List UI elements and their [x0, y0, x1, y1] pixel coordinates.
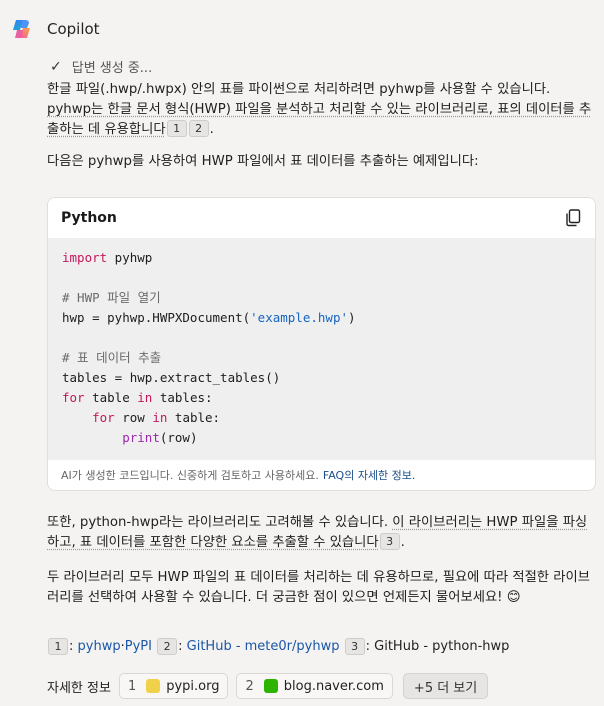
- code-token: in: [137, 390, 153, 405]
- citation-2-button[interactable]: 2: [188, 120, 209, 137]
- code-header: Python: [48, 198, 595, 238]
- chip-number: 1: [127, 678, 137, 694]
- code-token: hwp = pyhwp.HWPXDocument(: [62, 310, 251, 325]
- chip-site: pypi.org: [166, 678, 220, 694]
- also-paragraph: 또한, python-hwp라는 라이브러리도 고려해볼 수 있습니다. 이 라…: [47, 513, 592, 553]
- source-3-number: 3: [344, 638, 365, 655]
- source-2-number: 2: [157, 638, 178, 655]
- source-1-number: 1: [48, 638, 68, 655]
- code-line: # HWP 파일 열기: [62, 288, 581, 308]
- conclusion-paragraph: 두 라이브러리 모두 HWP 파일의 표 데이터를 처리하는 데 유용하므로, …: [47, 570, 590, 605]
- also-end: .: [400, 535, 405, 550]
- code-language: Python: [61, 210, 117, 226]
- code-line: for table in tables:: [62, 388, 581, 408]
- intro-text-2: pyhwp는 한글 문서 형식(HWP) 파일을 분석하고 처리할 수 있는 라…: [47, 102, 592, 137]
- code-content: import pyhwp # HWP 파일 열기 hwp = pyhwp.HWPXD…: [48, 238, 595, 460]
- naver-favicon-icon: [263, 679, 278, 693]
- code-token: tables = hwp.extract_tables(): [62, 370, 281, 385]
- source-colon: :: [365, 639, 370, 654]
- code-line: tables = hwp.extract_tables(): [62, 368, 581, 388]
- disclaimer-text: AI가 생성한 코드입니다. 신중하게 검토하고 사용하세요.: [61, 469, 319, 482]
- code-token: tables:: [152, 390, 213, 405]
- more-info-label: 자세한 정보: [47, 680, 111, 696]
- show-more-button[interactable]: +5 더 보기: [402, 673, 489, 699]
- chip-site: blog.naver.com: [283, 678, 384, 694]
- source-colon: :: [69, 639, 74, 654]
- status-text: 답변 생성 중...: [71, 61, 153, 76]
- code-line: hwp = pyhwp.HWPXDocument('example.hwp'): [62, 308, 581, 328]
- app-title: Copilot: [47, 20, 100, 38]
- code-token: # HWP 파일 열기: [62, 290, 161, 305]
- source-1a-link[interactable]: pyhwp: [78, 639, 121, 654]
- copy-icon[interactable]: [565, 209, 581, 227]
- citation-3-button[interactable]: 3: [379, 533, 400, 550]
- more-info-chip-1[interactable]: 1 pypi.org: [118, 673, 229, 699]
- chip-number: 2: [245, 678, 254, 694]
- code-token: (row): [159, 430, 198, 445]
- code-line: import pyhwp: [62, 248, 581, 268]
- code-line: print(row): [62, 428, 581, 448]
- also-text-1: 또한, python-hwp라는 라이브러리도 고려해볼 수 있습니다.: [47, 515, 393, 530]
- code-token: # 표 데이터 추출: [62, 350, 162, 365]
- source-1b-link[interactable]: PyPI: [125, 639, 152, 654]
- code-token: in: [152, 410, 168, 425]
- code-token: 'example.hwp': [250, 310, 348, 325]
- intro-end: .: [209, 122, 214, 137]
- code-token: pyhwp: [107, 250, 153, 265]
- code-token: table: [84, 390, 138, 405]
- code-line: # 표 데이터 추출: [62, 348, 581, 368]
- generation-status: ✓ 답변 생성 중...: [50, 57, 153, 77]
- more-info-chip-2[interactable]: 2 blog.naver.com: [236, 673, 393, 699]
- code-block: Python import pyhwp # HWP 파일 열기 hwp = pyhw…: [47, 197, 596, 491]
- faq-link[interactable]: FAQ의 자세한 정보.: [323, 467, 416, 483]
- more-info-row: 자세한 정보 1 pypi.org 2 blog.naver.com +5 더 …: [47, 673, 489, 699]
- code-line: for row in table:: [62, 408, 581, 428]
- code-token: print: [122, 430, 160, 445]
- code-disclaimer: AI가 생성한 코드입니다. 신중하게 검토하고 사용하세요. FAQ의 자세한…: [48, 460, 595, 490]
- code-token: for: [92, 410, 115, 425]
- code-token: import: [62, 250, 108, 265]
- code-token: for: [62, 390, 85, 405]
- checkmark-icon: ✓: [50, 58, 62, 75]
- citation-1-button[interactable]: 1: [166, 120, 187, 137]
- example-intro: 다음은 pyhwp를 사용하여 HWP 파일에서 표 데이터를 추출하는 예제입…: [47, 154, 479, 169]
- source-list: 1: pyhwp · PyPI 2: GitHub - mete0r/pyhwp…: [47, 638, 509, 655]
- code-token: table:: [167, 410, 221, 425]
- pypi-favicon-icon: [146, 679, 161, 693]
- intro-text-1: 한글 파일(.hwp/.hwpx) 안의 표를 파이썬으로 처리하려면 pyhw…: [47, 82, 551, 97]
- header: Copilot: [11, 16, 100, 42]
- source-3-link[interactable]: GitHub - python-hwp: [374, 639, 509, 654]
- source-colon: :: [178, 639, 183, 654]
- intro-paragraph: 한글 파일(.hwp/.hwpx) 안의 표를 파이썬으로 처리하려면 pyhw…: [47, 80, 592, 140]
- source-2-link[interactable]: GitHub - mete0r/pyhwp: [187, 639, 340, 654]
- code-token: ): [348, 310, 356, 325]
- code-token: row: [114, 410, 153, 425]
- copilot-logo-icon: [13, 20, 30, 39]
